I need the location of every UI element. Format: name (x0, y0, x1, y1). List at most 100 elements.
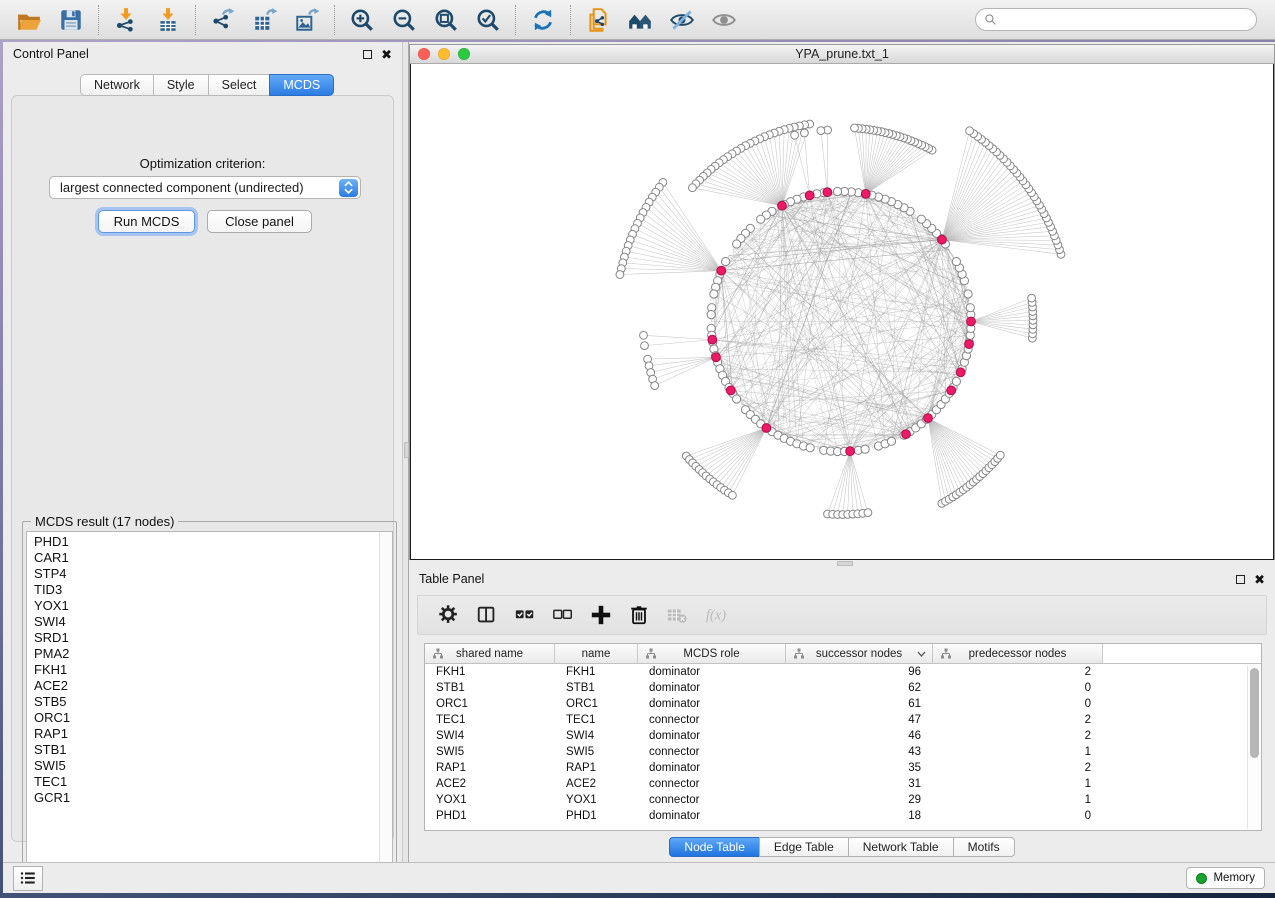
close-panel-icon[interactable]: ✖ (381, 48, 392, 61)
export-table-icon[interactable] (244, 4, 286, 36)
delete-row-icon[interactable] (620, 600, 658, 630)
column-header-predecessor-nodes[interactable]: predecessor nodes (933, 644, 1103, 663)
table-cell: 43 (786, 746, 933, 758)
mcds-result-item[interactable]: FKH1 (34, 662, 392, 678)
table-scrollbar[interactable] (1247, 665, 1260, 829)
tab-style[interactable]: Style (153, 74, 208, 96)
mcds-result-item[interactable]: TID3 (34, 582, 392, 598)
mcds-result-item[interactable]: YOX1 (34, 598, 392, 614)
mcds-result-item[interactable]: CAR1 (34, 550, 392, 566)
tab-mcds[interactable]: MCDS (269, 74, 334, 96)
table-row[interactable]: RAP1RAP1dominator352 (425, 760, 1261, 776)
close-panel-icon[interactable]: ✖ (1254, 573, 1265, 586)
table-row[interactable]: YOX1YOX1connector291 (425, 792, 1261, 808)
zoom-selected-icon[interactable] (467, 4, 509, 36)
table-cell: RAP1 (555, 762, 638, 774)
float-panel-icon[interactable] (363, 50, 372, 59)
column-selector-icon[interactable] (468, 600, 506, 630)
import-network-icon[interactable] (105, 4, 147, 36)
mcds-result-item[interactable]: RAP1 (34, 726, 392, 742)
first-neighbors-icon[interactable] (619, 4, 661, 36)
table-row[interactable]: STB1STB1dominator620 (425, 680, 1261, 696)
table-cell: ORC1 (555, 698, 638, 710)
table-row[interactable]: FKH1FKH1dominator962 (425, 664, 1261, 680)
table-row[interactable]: ORC1ORC1dominator610 (425, 696, 1261, 712)
scrollbar-thumb[interactable] (1250, 668, 1259, 758)
tab-select[interactable]: Select (208, 74, 270, 96)
tab-network[interactable]: Network (80, 74, 153, 96)
column-header-shared-name[interactable]: shared name (425, 644, 555, 663)
divider-handle[interactable] (404, 442, 409, 458)
table-panel: Table Panel ✖ f(x) shared namenameMCDS r… (409, 567, 1275, 862)
mcds-result-item[interactable]: STB5 (34, 694, 392, 710)
mcds-result-item[interactable]: SRD1 (34, 630, 392, 646)
new-network-from-selection-icon[interactable] (577, 4, 619, 36)
open-file-icon[interactable] (8, 4, 50, 36)
import-table-icon[interactable] (147, 4, 189, 36)
table-cell: 1 (933, 794, 1103, 806)
select-all-icon[interactable] (506, 600, 544, 630)
tab-edge-table[interactable]: Edge Table (759, 837, 848, 857)
mcds-result-list[interactable]: PHD1CAR1STP4TID3YOX1SWI4SRD1PMA2FKH1ACE2… (26, 531, 393, 887)
mcds-result-item[interactable]: PMA2 (34, 646, 392, 662)
table-cell: TEC1 (425, 714, 555, 726)
table-row[interactable]: PHD1PHD1dominator180 (425, 808, 1261, 824)
table-row[interactable]: ACE2ACE2connector311 (425, 776, 1261, 792)
mcds-result-item[interactable]: PHD1 (34, 534, 392, 550)
mcds-list-scrollbar[interactable] (379, 532, 392, 886)
network-canvas[interactable] (410, 64, 1274, 560)
mcds-result-item[interactable]: SWI4 (34, 614, 392, 630)
column-header-name[interactable]: name (555, 644, 638, 663)
table-cell: connector (638, 778, 786, 790)
tab-network-table[interactable]: Network Table (848, 837, 953, 857)
memory-button[interactable]: Memory (1186, 867, 1265, 889)
search-box[interactable] (975, 8, 1257, 31)
panel-divider-horizontal[interactable] (409, 560, 1275, 567)
export-image-icon[interactable] (286, 4, 328, 36)
table-row[interactable]: TEC1TEC1connector472 (425, 712, 1261, 728)
table-row[interactable]: SWI5SWI5connector431 (425, 744, 1261, 760)
task-history-button[interactable] (13, 866, 43, 891)
table-cell: 61 (786, 698, 933, 710)
hide-selected-icon[interactable] (661, 4, 703, 36)
table-cell: FKH1 (555, 666, 638, 678)
divider-handle[interactable] (837, 561, 853, 566)
table-cell: connector (638, 794, 786, 806)
status-bar: Memory (3, 862, 1275, 893)
search-input[interactable] (1002, 13, 1248, 27)
table-settings-icon[interactable] (430, 600, 468, 630)
float-panel-icon[interactable] (1236, 575, 1245, 584)
column-header-successor-nodes[interactable]: successor nodes (786, 644, 933, 663)
mcds-result-item[interactable]: STB1 (34, 742, 392, 758)
network-window-titlebar[interactable]: YPA_prune.txt_1 (410, 45, 1274, 64)
tab-motifs[interactable]: Motifs (953, 837, 1015, 857)
mcds-result-groupbox: MCDS result (17 nodes) PHD1CAR1STP4TID3Y… (22, 521, 397, 891)
mcds-result-item[interactable]: ACE2 (34, 678, 392, 694)
control-panel-tabs: NetworkStyleSelectMCDS (80, 74, 334, 96)
mcds-result-item[interactable]: SWI5 (34, 758, 392, 774)
panel-divider-vertical[interactable] (402, 42, 409, 862)
add-row-icon[interactable] (582, 600, 620, 630)
zoom-in-icon[interactable] (341, 4, 383, 36)
apply-layout-icon[interactable] (522, 4, 564, 36)
save-session-icon[interactable] (50, 4, 92, 36)
svg-text:f(x): f(x) (706, 608, 726, 624)
toolbar-separator (570, 5, 571, 35)
close-panel-button[interactable]: Close panel (207, 210, 312, 233)
run-mcds-button[interactable]: Run MCDS (98, 210, 195, 233)
export-network-icon[interactable] (202, 4, 244, 36)
mcds-result-item[interactable]: TEC1 (34, 774, 392, 790)
zoom-out-icon[interactable] (383, 4, 425, 36)
criterion-dropdown[interactable]: largest connected component (undirected) (49, 176, 361, 199)
zoom-fit-icon[interactable] (425, 4, 467, 36)
table-cell: 0 (933, 810, 1103, 822)
mcds-result-item[interactable]: GCR1 (34, 790, 392, 806)
mcds-result-item[interactable]: ORC1 (34, 710, 392, 726)
mcds-tab-content: Optimization criterion: largest connecte… (11, 95, 394, 842)
deselect-all-icon[interactable] (544, 600, 582, 630)
tab-node-table[interactable]: Node Table (669, 837, 759, 857)
table-cell: YOX1 (555, 794, 638, 806)
column-header-MCDS-role[interactable]: MCDS role (638, 644, 786, 663)
table-row[interactable]: SWI4SWI4dominator462 (425, 728, 1261, 744)
mcds-result-item[interactable]: STP4 (34, 566, 392, 582)
